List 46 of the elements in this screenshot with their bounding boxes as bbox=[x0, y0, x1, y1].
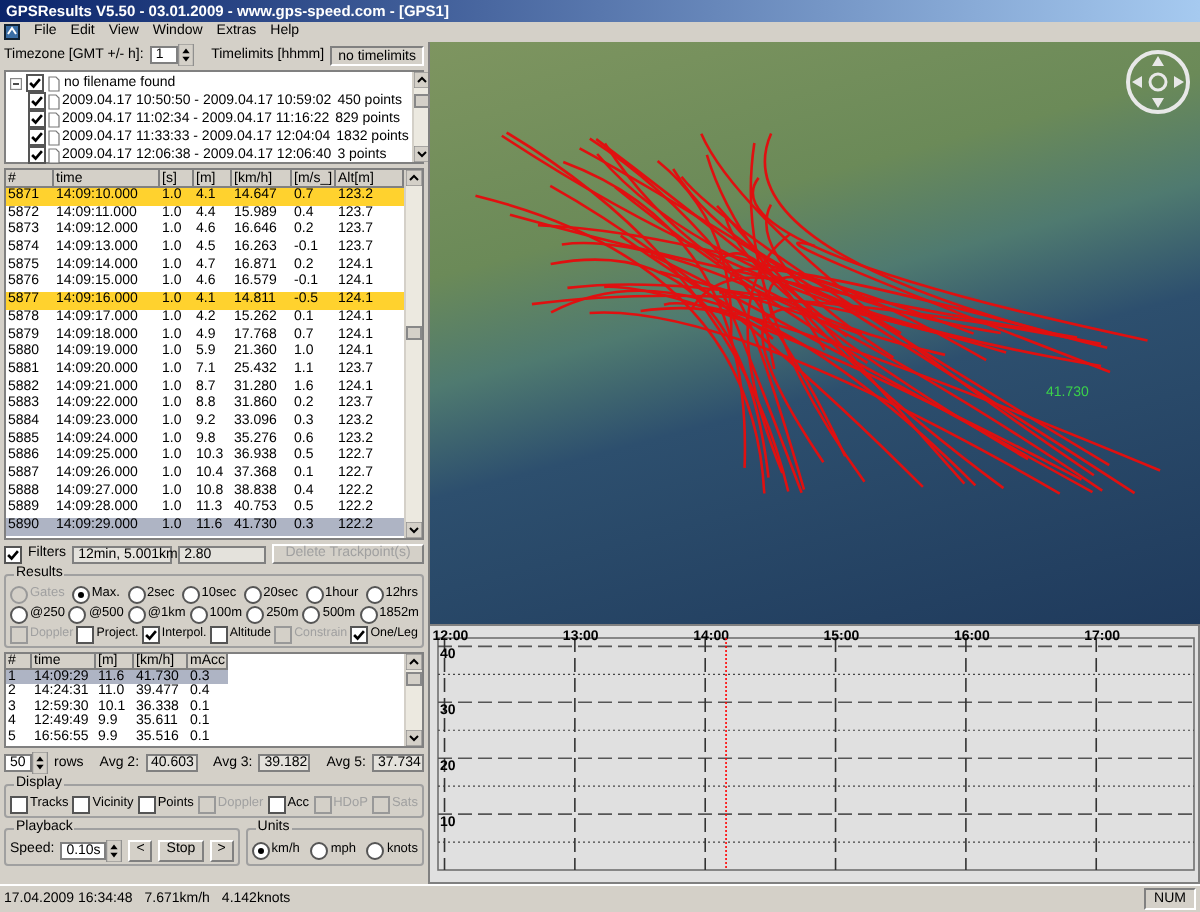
radio-button[interactable] bbox=[189, 605, 208, 623]
checkbox[interactable] bbox=[137, 795, 156, 813]
radio-button[interactable] bbox=[181, 585, 200, 603]
checkbox[interactable] bbox=[28, 92, 46, 110]
scrollbar[interactable] bbox=[412, 72, 431, 162]
scroll-up-icon[interactable] bbox=[406, 170, 422, 186]
checkbox[interactable] bbox=[209, 625, 228, 643]
checkbox[interactable] bbox=[141, 625, 160, 643]
scrollbar[interactable] bbox=[404, 654, 422, 746]
radio-button[interactable] bbox=[251, 841, 270, 859]
checkbox[interactable] bbox=[76, 625, 95, 643]
radio-button[interactable] bbox=[365, 585, 384, 603]
scroll-down-icon[interactable] bbox=[406, 730, 422, 746]
radio-button[interactable] bbox=[68, 605, 87, 623]
radio-button[interactable] bbox=[359, 605, 378, 623]
radio-button[interactable] bbox=[127, 605, 146, 623]
radio-button[interactable] bbox=[305, 585, 324, 603]
scroll-thumb[interactable] bbox=[414, 94, 431, 108]
app-icon bbox=[4, 24, 20, 40]
scroll-thumb[interactable] bbox=[406, 326, 422, 340]
radio-button[interactable] bbox=[366, 841, 385, 859]
checkbox[interactable] bbox=[26, 74, 44, 92]
radio-button[interactable] bbox=[243, 585, 262, 603]
checkbox[interactable] bbox=[10, 795, 28, 813]
navigation-pad-icon[interactable] bbox=[1124, 48, 1192, 116]
checkbox[interactable] bbox=[4, 545, 22, 563]
radio-button[interactable] bbox=[310, 841, 329, 859]
radio-button[interactable] bbox=[127, 585, 145, 603]
scroll-thumb[interactable] bbox=[406, 672, 422, 686]
radio-button[interactable] bbox=[71, 585, 90, 603]
checkbox[interactable] bbox=[72, 795, 91, 813]
radio-button[interactable] bbox=[302, 605, 321, 623]
checkbox[interactable] bbox=[28, 110, 46, 128]
checkbox[interactable] bbox=[28, 128, 46, 146]
checkbox[interactable] bbox=[267, 795, 286, 813]
spin-buttons[interactable] bbox=[32, 752, 48, 774]
checkbox[interactable] bbox=[28, 146, 46, 164]
scroll-up-icon[interactable] bbox=[406, 654, 422, 670]
spin-buttons[interactable] bbox=[106, 839, 123, 861]
radio-button[interactable] bbox=[10, 605, 28, 623]
checkbox[interactable] bbox=[350, 625, 369, 643]
collapse-icon[interactable] bbox=[10, 77, 22, 89]
spin-buttons[interactable] bbox=[177, 44, 194, 66]
scrollbar[interactable] bbox=[404, 170, 422, 538]
scroll-down-icon[interactable] bbox=[406, 522, 422, 538]
radio-button[interactable] bbox=[246, 605, 265, 623]
